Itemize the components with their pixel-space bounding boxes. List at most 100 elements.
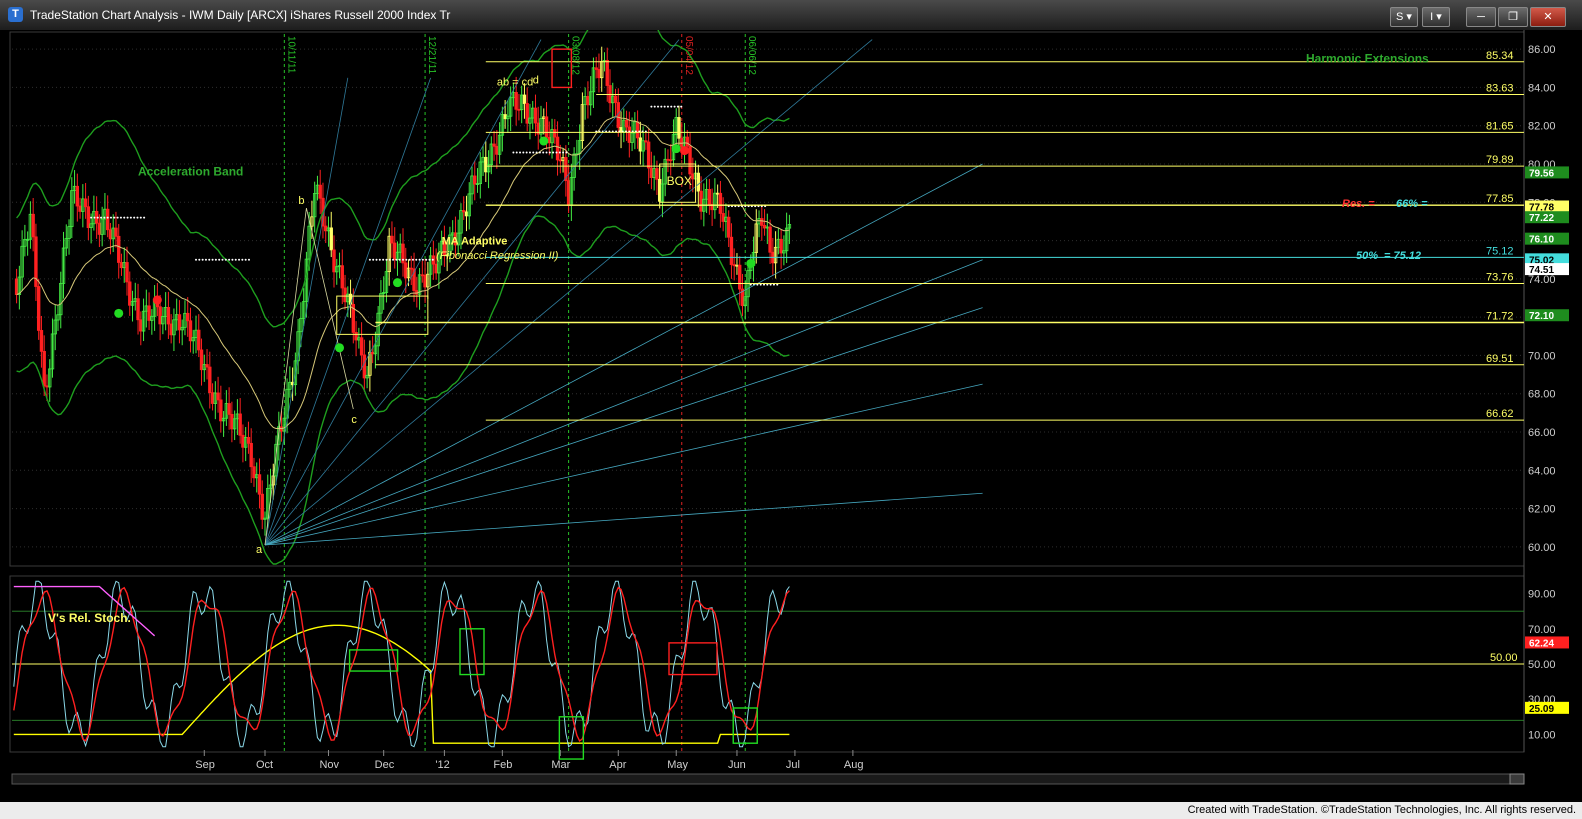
minimize-button[interactable]: ─ <box>1466 7 1496 27</box>
harmonic-level-label: 81.65 <box>1486 120 1514 132</box>
price-bar-body <box>646 141 651 169</box>
fan-line <box>264 39 873 546</box>
price-bar-body <box>553 129 557 138</box>
price-bar-body <box>420 274 425 277</box>
stop-dot <box>90 216 93 219</box>
indicator-label-acceleration-band: Acceleration Band <box>138 164 243 178</box>
restore-button[interactable]: ❐ <box>1498 7 1528 27</box>
price-bar-body <box>45 385 49 388</box>
price-bar-body <box>721 213 725 222</box>
price-bar-body <box>86 206 91 229</box>
symbol-link-button[interactable]: S ▾ <box>1390 7 1418 27</box>
price-bar-body <box>434 263 438 274</box>
fan-line <box>264 492 983 546</box>
price-tick-label: 68.00 <box>1528 389 1556 401</box>
horizontal-scrollbar-track[interactable] <box>11 773 1525 785</box>
fifty-percent-value: = 75.12 <box>1384 250 1421 262</box>
harmonic-level-label: 83.63 <box>1486 83 1514 95</box>
price-bar-body <box>177 314 182 331</box>
stop-dot <box>224 258 227 261</box>
price-bar-body <box>97 222 102 235</box>
stop-dot <box>392 258 395 261</box>
price-bar-body <box>768 226 772 253</box>
chart-area[interactable]: 86.0084.0082.0080.0078.0076.0074.0072.00… <box>0 0 1582 802</box>
close-button[interactable]: ✕ <box>1530 7 1566 27</box>
stop-dot <box>398 258 401 261</box>
price-bar-body <box>685 136 689 147</box>
stop-dot <box>653 105 656 108</box>
vertical-marker-label: 05/04/12 <box>683 36 694 75</box>
stop-dot <box>525 151 528 154</box>
price-bar-body <box>624 119 629 128</box>
price-bar-body <box>558 159 563 162</box>
stoch-reference-label: 50.00 <box>1490 652 1518 664</box>
price-bar-body <box>464 211 469 217</box>
price-bar-body <box>409 267 413 270</box>
date-tick-label: Mar <box>551 759 570 771</box>
price-tick-label: 62.00 <box>1528 504 1556 516</box>
stop-dot <box>247 258 250 261</box>
price-bar-body <box>644 140 648 143</box>
price-bar-body <box>238 413 242 436</box>
price-bar-body <box>404 262 408 279</box>
price-bar-body <box>566 180 571 206</box>
price-tag-value: 74.51 <box>1529 265 1554 276</box>
price-bar-body <box>707 189 712 205</box>
harmonic-level-label: 73.76 <box>1486 271 1514 283</box>
price-bar-body <box>125 262 129 283</box>
stop-dot <box>528 151 531 154</box>
date-tick-label: Sep <box>195 759 215 771</box>
price-tick-label: 82.00 <box>1528 121 1556 133</box>
price-bar-body <box>362 354 367 379</box>
stop-dot <box>375 258 378 261</box>
price-bar-body <box>332 249 336 273</box>
stop-dot <box>93 216 96 219</box>
fan-line <box>264 77 349 546</box>
price-tick-label: 86.00 <box>1528 44 1556 56</box>
stop-dot <box>522 151 525 154</box>
price-bar-body <box>208 366 212 394</box>
date-tick-label: Apr <box>609 759 626 771</box>
stop-dot <box>123 216 126 219</box>
interval-link-button[interactable]: I ▾ <box>1422 7 1450 27</box>
signal-dot <box>539 136 549 146</box>
pattern-label-d: d <box>533 75 539 87</box>
harmonic-level-label: 85.34 <box>1486 50 1514 62</box>
stop-dot <box>116 216 119 219</box>
price-bar-body <box>114 227 118 237</box>
stop-dot <box>408 258 411 261</box>
price-bar-body <box>42 350 46 387</box>
price-bar-body <box>354 332 358 341</box>
stop-dot <box>555 151 558 154</box>
price-bar-body <box>715 192 720 195</box>
price-bar-body <box>760 218 764 226</box>
signal-dot <box>746 259 756 269</box>
date-tick-label: Jun <box>728 759 746 771</box>
price-bar-body <box>638 137 643 152</box>
signal-dot <box>392 278 402 288</box>
stop-dot <box>670 105 673 108</box>
stop-dot <box>565 151 568 154</box>
price-bar-body <box>514 92 518 110</box>
harmonic-level-label: 79.89 <box>1486 154 1514 166</box>
date-tick-label: Dec <box>375 759 395 771</box>
stoch-tag-value: 62.24 <box>1529 638 1554 649</box>
stop-dot <box>538 151 541 154</box>
stop-dot <box>211 258 214 261</box>
resistance-value: 66% = <box>1396 198 1428 210</box>
stop-dot <box>201 258 204 261</box>
price-bar-body <box>197 329 201 351</box>
pattern-label-b: b <box>298 195 304 207</box>
vertical-marker-label: 10/11/11 <box>285 36 296 74</box>
price-bar-body <box>188 320 193 342</box>
price-bar-body <box>324 225 328 232</box>
fan-line <box>264 383 983 546</box>
horizontal-scrollbar-thumb[interactable] <box>1509 773 1525 785</box>
stop-dot <box>657 105 660 108</box>
signal-dot <box>114 308 124 318</box>
stop-dot <box>218 258 221 261</box>
stop-dot <box>680 105 683 108</box>
chart-svg[interactable]: 86.0084.0082.0080.0078.0076.0074.0072.00… <box>0 0 1582 802</box>
price-bar-body <box>688 145 692 175</box>
stop-dot <box>411 258 414 261</box>
